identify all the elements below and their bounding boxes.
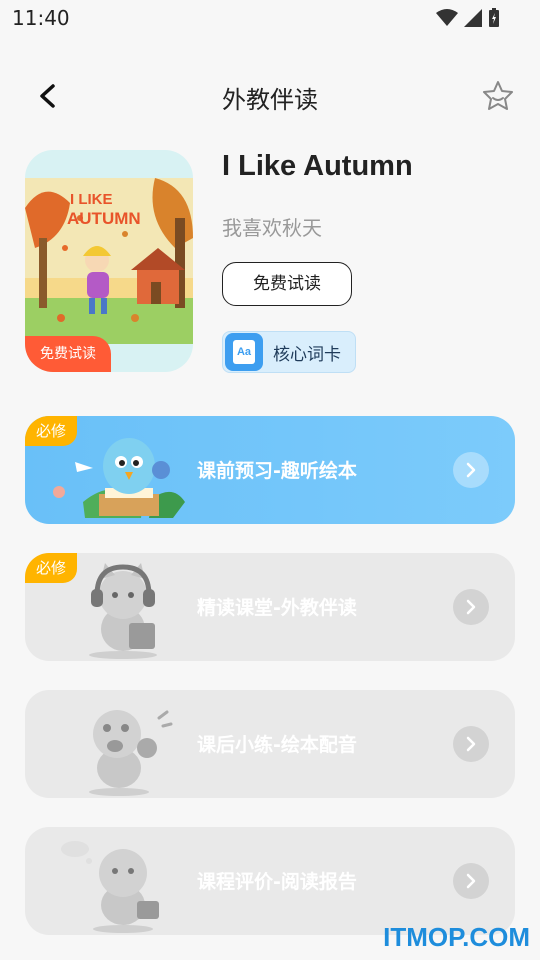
chevron-right-icon [466, 736, 476, 752]
vocab-card-icon: Aa [225, 333, 263, 371]
battery-icon [489, 8, 499, 27]
book-cover-illustration: I LIKE AUTUMN [25, 178, 193, 344]
chevron-right-icon [466, 599, 476, 615]
lesson-arrow-button[interactable] [453, 863, 489, 899]
free-trial-tag: 免费试读 [25, 336, 111, 372]
lesson-card-report[interactable]: 课程评价-阅读报告 [25, 827, 515, 935]
lesson-label: 课后小练-绘本配音 [197, 734, 357, 756]
chevron-right-icon [466, 873, 476, 889]
lesson-label: 课前预习-趣听绘本 [197, 460, 357, 482]
vocab-card-button[interactable]: Aa 核心词卡 [222, 331, 356, 373]
lesson-label: 精读课堂-外教伴读 [197, 597, 357, 619]
cover-title-line1: I LIKE [70, 191, 113, 208]
lesson-card-intensive[interactable]: 必修 精读课堂-外教伴读 [25, 553, 515, 661]
book-title: I Like Autumn [222, 150, 413, 182]
required-badge: 必修 [25, 553, 77, 583]
lesson-card-preview[interactable]: 必修 课前预习-趣听绘本 [25, 416, 515, 524]
vocab-card-label: 核心词卡 [273, 345, 341, 365]
status-time: 11:40 [12, 6, 70, 30]
chevron-right-icon [466, 462, 476, 478]
page-title: 外教伴读 [222, 86, 318, 114]
status-bar: 11:40 [0, 0, 540, 36]
free-trial-button[interactable]: 免费试读 [222, 262, 352, 306]
favorite-button[interactable] [480, 78, 516, 114]
book-cover[interactable]: I LIKE AUTUMN 免费试读 [25, 150, 193, 372]
lesson-label: 课程评价-阅读报告 [197, 871, 357, 893]
animal-thinking-illustration [61, 841, 159, 933]
status-icons [436, 8, 500, 28]
cover-title-line2: AUTUMN [67, 209, 141, 228]
lesson-card-practice[interactable]: 课后小练-绘本配音 [25, 690, 515, 798]
cellular-icon [464, 9, 482, 27]
book-subtitle: 我喜欢秋天 [222, 216, 322, 240]
star-icon [483, 81, 513, 110]
lesson-arrow-button[interactable] [453, 726, 489, 762]
vocab-card-icon-text: Aa [233, 340, 255, 364]
lesson-arrow-button[interactable] [453, 452, 489, 488]
header: 外教伴读 [0, 64, 540, 128]
wifi-icon [436, 9, 458, 26]
required-badge: 必修 [25, 416, 77, 446]
watermark: ITMOP.COM [383, 922, 530, 952]
lesson-arrow-button[interactable] [453, 589, 489, 625]
animal-singing-illustration [89, 710, 173, 796]
